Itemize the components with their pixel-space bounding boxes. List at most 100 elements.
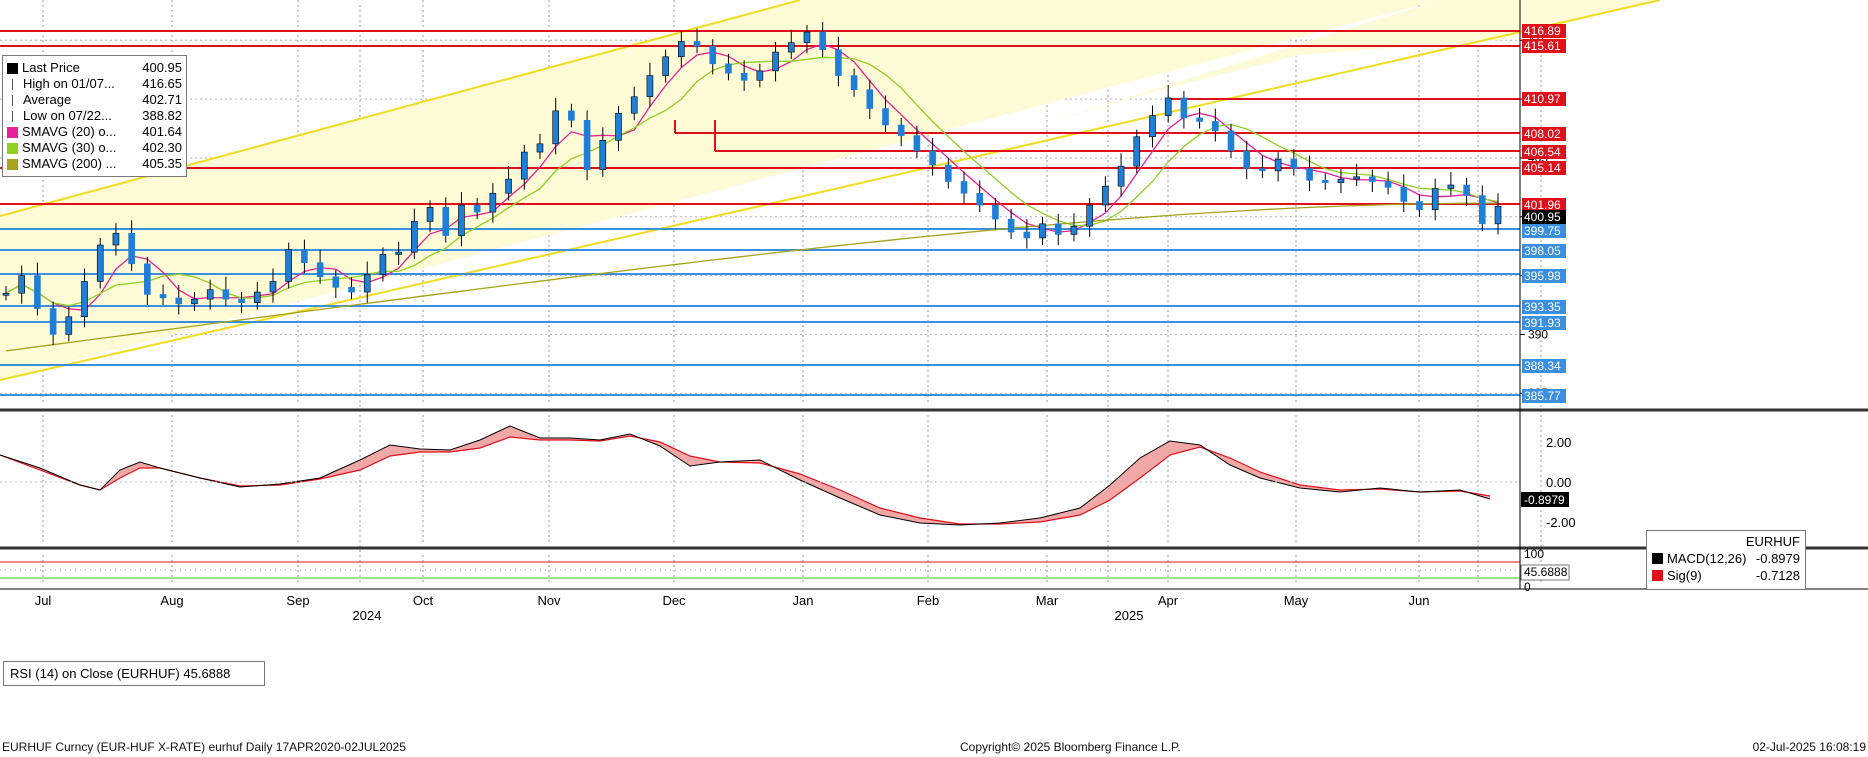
macd-legend-name: MACD(12,26) [1667, 551, 1747, 566]
candle-body [1180, 97, 1188, 119]
price-label: 399.75 [1522, 224, 1566, 238]
candle-body [285, 249, 292, 282]
candle-body [18, 275, 26, 294]
price-label-text: 408.02 [1524, 127, 1561, 141]
candle-body [222, 289, 230, 300]
candle-body [772, 51, 779, 72]
rsi-legend: RSI (14) on Close (EURHUF) 45.6888 [3, 661, 265, 686]
candle-body [489, 192, 497, 213]
macd-last-label: -0.8979 [1521, 492, 1569, 507]
price-label: 395.98 [1522, 269, 1566, 283]
legend-row: SMAVG (20) o... 401.64 [7, 124, 182, 140]
candle-body [206, 289, 214, 300]
candle-body [882, 108, 889, 126]
candle-body [1274, 158, 1282, 172]
price-label-text: 388.34 [1524, 359, 1561, 373]
legend-name: Last Price [22, 60, 80, 75]
candle-body [945, 164, 952, 182]
month-label: Dec [662, 593, 686, 608]
candle-body [2, 292, 10, 296]
candle-body [301, 249, 308, 263]
price-label-text: 405.14 [1524, 161, 1561, 175]
price-label-text: 398.05 [1524, 244, 1561, 258]
price-label: 416.89 [1522, 24, 1566, 38]
price-label-text: 415.61 [1524, 39, 1561, 53]
candle-body [1384, 181, 1392, 188]
price-label: 410.97 [1522, 92, 1566, 106]
candle-body [1102, 185, 1109, 206]
candle-body [615, 112, 622, 141]
candle-body [81, 281, 88, 318]
month-label: Aug [160, 593, 183, 608]
candle-body [34, 275, 41, 309]
candle-body [1431, 188, 1439, 211]
price-label: 385.77 [1522, 389, 1566, 403]
price-label: 405.14 [1522, 161, 1566, 175]
candle-body [1023, 231, 1031, 239]
legend-row: Average 402.71 [7, 92, 182, 108]
candle-body [709, 45, 717, 65]
candle-body [693, 41, 701, 47]
candle-body [1149, 115, 1156, 138]
price-label-text: 391.93 [1524, 316, 1561, 330]
sig-swatch [1652, 570, 1663, 581]
candle-body [505, 178, 512, 194]
candle-body [379, 254, 387, 275]
candle-body [65, 316, 73, 335]
month-label: Nov [537, 593, 561, 608]
price-label-text: 393.35 [1524, 300, 1561, 314]
candle-body [866, 89, 874, 109]
candle-body [1133, 136, 1141, 167]
legend-swatch [7, 62, 18, 74]
candle-body [960, 181, 968, 194]
sig-legend-name: Sig(9) [1667, 568, 1702, 583]
legend-swatch [7, 142, 18, 154]
candle-body [473, 204, 481, 213]
month-label: Jan [793, 593, 814, 608]
price-label-text: 400.95 [1524, 210, 1561, 224]
candle-body [1039, 223, 1046, 239]
candle-body [630, 96, 638, 114]
legend-name: SMAVG (30) o... [22, 140, 117, 155]
legend-value: 402.30 [142, 140, 182, 155]
sig-legend-row: Sig(9) -0.7128 [1652, 567, 1800, 584]
candle-body [1070, 225, 1078, 235]
candle-body [1007, 218, 1015, 233]
legend-swatch [12, 78, 19, 90]
price-label-text: 399.75 [1524, 224, 1561, 238]
candle-body [1463, 184, 1470, 196]
candle-body [678, 41, 685, 58]
macd-tick-label: 2.00 [1546, 435, 1571, 450]
legend-name: Average [23, 92, 72, 107]
candle-body [332, 276, 340, 288]
footer-security: EURHUF Curncy (EUR-HUF X-RATE) eurhuf Da… [2, 740, 406, 754]
candle-body [1416, 201, 1423, 211]
legend-swatch [7, 158, 18, 170]
candle-body [1494, 205, 1502, 225]
price-label: 415.61 [1522, 39, 1566, 53]
candle-body [175, 297, 183, 305]
legend-row: SMAVG (30) o... 402.30 [7, 140, 182, 156]
candle-body [756, 70, 764, 81]
candle-body [1337, 178, 1345, 183]
candle-body [1243, 150, 1251, 169]
candle-body [976, 192, 984, 206]
candle-body [897, 124, 905, 136]
candle-body [269, 281, 277, 293]
candle-body [1259, 168, 1266, 172]
candle-body [1447, 184, 1455, 189]
candle-body [520, 151, 528, 180]
candle-body [426, 207, 434, 222]
macd-legend: EURHUF MACD(12,26) -0.8979 Sig(9) -0.712… [1646, 530, 1806, 590]
legend-value: 402.71 [142, 92, 182, 107]
legend-value: 401.64 [142, 124, 182, 139]
month-label: Feb [917, 593, 939, 608]
legend-row: Last Price 400.95 [7, 60, 182, 76]
rsi-last-label: 45.6888 [1520, 564, 1570, 581]
month-label: Mar [1036, 593, 1059, 608]
price-label-text: 395.98 [1524, 269, 1561, 283]
candle-body [395, 251, 402, 255]
macd-swatch [1652, 553, 1663, 564]
macd-legend-title: EURHUF [1745, 534, 1800, 549]
legend-name: High on 01/07... [23, 76, 115, 91]
